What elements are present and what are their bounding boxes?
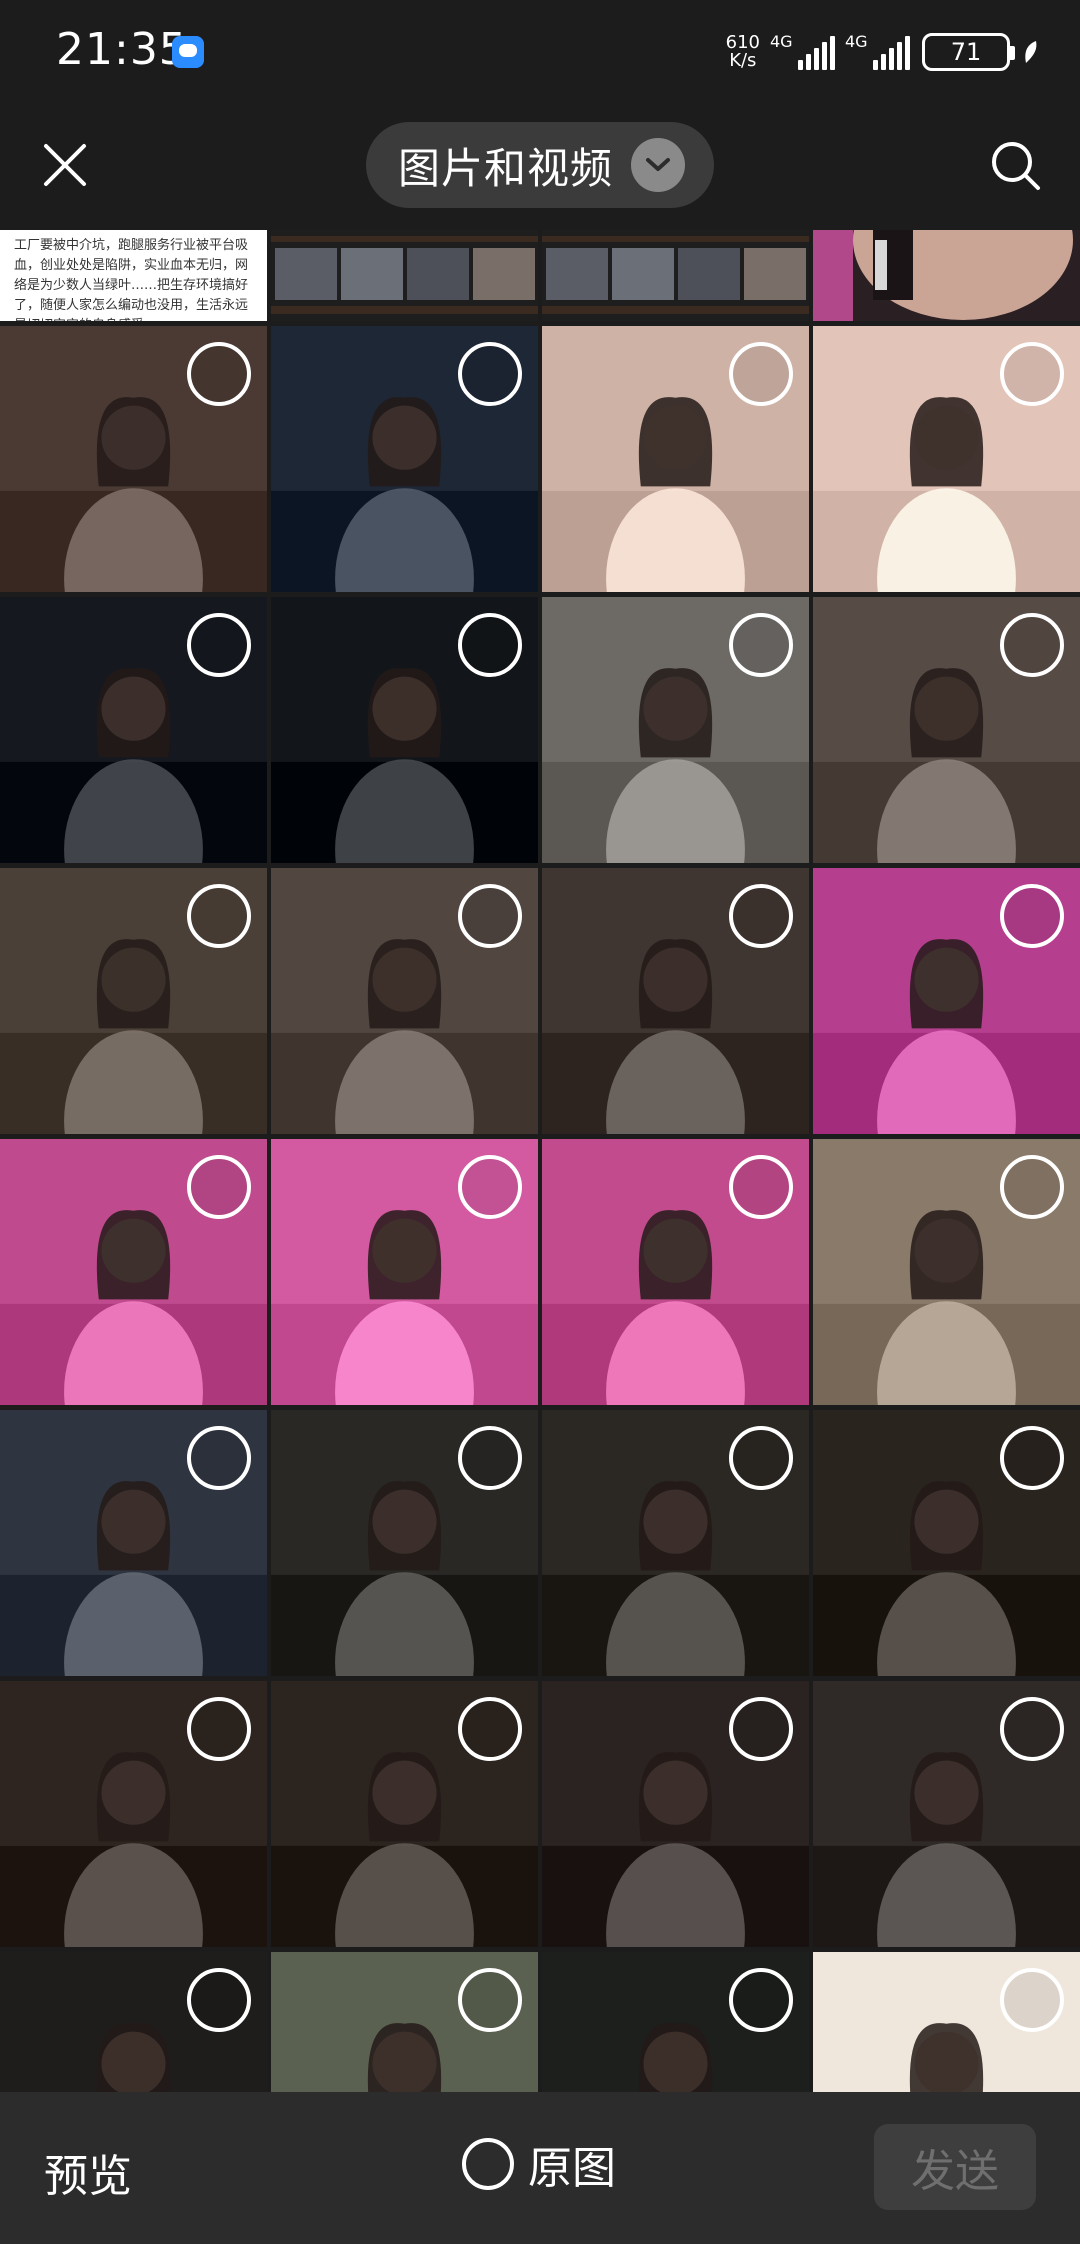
- bottom-bar: 预览 原图 发送: [0, 2092, 1080, 2244]
- select-circle-icon[interactable]: [1000, 342, 1064, 406]
- photo-tile[interactable]: [542, 597, 809, 863]
- photo-tile[interactable]: [542, 1410, 809, 1676]
- select-circle-icon[interactable]: [458, 1426, 522, 1490]
- select-circle-icon[interactable]: [729, 1697, 793, 1761]
- photo-tile[interactable]: [0, 326, 267, 592]
- photo-tile[interactable]: [271, 1681, 538, 1947]
- photo-tile[interactable]: [0, 597, 267, 863]
- text-screenshot-content: 工厂要被中介坑，跑腿服务行业被平台吸血，创业处处是陷阱，实业血本无归，网络是为少…: [0, 230, 267, 321]
- select-circle-icon[interactable]: [187, 884, 251, 948]
- photo-tile[interactable]: [271, 868, 538, 1134]
- select-circle-icon[interactable]: [458, 613, 522, 677]
- photo-tile[interactable]: [542, 326, 809, 592]
- network-speed-unit: K/s: [729, 50, 757, 71]
- search-button[interactable]: [986, 136, 1046, 196]
- close-icon: [44, 144, 86, 186]
- select-circle-icon[interactable]: [1000, 1155, 1064, 1219]
- select-circle-icon[interactable]: [729, 1968, 793, 2032]
- photo-tile[interactable]: [0, 1139, 267, 1405]
- photo-tile[interactable]: [271, 1410, 538, 1676]
- select-circle-icon[interactable]: [187, 1697, 251, 1761]
- select-circle-icon[interactable]: [458, 1155, 522, 1219]
- original-label: 原图: [528, 2143, 616, 2194]
- select-circle-icon[interactable]: [729, 1426, 793, 1490]
- photo-tile[interactable]: [813, 1681, 1080, 1947]
- select-circle-icon[interactable]: [1000, 1426, 1064, 1490]
- chevron-down-icon: [631, 138, 686, 192]
- photo-tile[interactable]: [813, 1952, 1080, 2092]
- photo-tile[interactable]: [0, 1952, 267, 2092]
- photo-tile[interactable]: [813, 597, 1080, 863]
- status-bar: 21:35 610 K/s 4G 4G 71: [0, 0, 1080, 110]
- select-circle-icon[interactable]: [187, 342, 251, 406]
- photo-tile[interactable]: [542, 1681, 809, 1947]
- power-saving-icon: [1025, 41, 1037, 63]
- select-circle-icon[interactable]: [1000, 1697, 1064, 1761]
- photo-tile[interactable]: [542, 1139, 809, 1405]
- signal-icon: 4G: [770, 32, 835, 70]
- status-indicators: 610 K/s 4G 4G 71: [726, 30, 1040, 74]
- photo-tile[interactable]: [271, 326, 538, 592]
- original-checkbox-icon[interactable]: [462, 2138, 514, 2190]
- photo-tile[interactable]: [271, 1139, 538, 1405]
- select-circle-icon[interactable]: [1000, 1968, 1064, 2032]
- select-circle-icon[interactable]: [458, 342, 522, 406]
- collage-tile[interactable]: [271, 230, 538, 321]
- photo-tile[interactable]: [271, 1952, 538, 2092]
- close-button[interactable]: [36, 136, 94, 194]
- collage-tile-2[interactable]: [542, 230, 809, 321]
- photo-tile[interactable]: [813, 326, 1080, 592]
- select-circle-icon[interactable]: [729, 342, 793, 406]
- select-circle-icon[interactable]: [458, 884, 522, 948]
- network-speed: 610 K/s: [726, 34, 760, 70]
- select-circle-icon[interactable]: [187, 1426, 251, 1490]
- text-screenshot-tile[interactable]: 工厂要被中介坑，跑腿服务行业被平台吸血，创业处处是陷阱，实业血本无归，网络是为少…: [0, 230, 267, 321]
- select-circle-icon[interactable]: [187, 1968, 251, 2032]
- photo-tile[interactable]: [271, 597, 538, 863]
- photo-tile[interactable]: [0, 1681, 267, 1947]
- album-title: 图片和视频: [398, 143, 614, 193]
- search-icon: [992, 142, 1040, 190]
- photo-tile[interactable]: [542, 1952, 809, 2092]
- signal-generation-2: 4G: [845, 32, 868, 51]
- photo-tile[interactable]: [0, 868, 267, 1134]
- photo-tile[interactable]: [813, 1139, 1080, 1405]
- battery-icon: 71: [922, 33, 1015, 71]
- original-image-toggle[interactable]: 原图: [462, 2132, 616, 2196]
- portrait-tile-partial[interactable]: [813, 230, 1080, 321]
- status-time: 21:35: [56, 24, 188, 75]
- header: 图片和视频: [0, 110, 1080, 230]
- photo-tile[interactable]: [0, 1410, 267, 1676]
- select-circle-icon[interactable]: [729, 1155, 793, 1219]
- battery-level: 71: [950, 38, 982, 66]
- select-circle-icon[interactable]: [187, 613, 251, 677]
- send-button[interactable]: 发送: [874, 2124, 1036, 2210]
- photo-tile[interactable]: [813, 1410, 1080, 1676]
- album-selector[interactable]: 图片和视频: [366, 122, 714, 208]
- select-circle-icon[interactable]: [458, 1697, 522, 1761]
- message-app-icon: [172, 36, 204, 68]
- select-circle-icon[interactable]: [729, 884, 793, 948]
- preview-button[interactable]: 预览: [44, 2140, 132, 2204]
- select-circle-icon[interactable]: [458, 1968, 522, 2032]
- photo-tile[interactable]: [542, 868, 809, 1134]
- photo-grid[interactable]: 工厂要被中介坑，跑腿服务行业被平台吸血，创业处处是陷阱，实业血本无归，网络是为少…: [0, 230, 1080, 2092]
- photo-tile[interactable]: [813, 868, 1080, 1134]
- signal-icon-secondary: 4G: [845, 32, 910, 70]
- select-circle-icon[interactable]: [1000, 613, 1064, 677]
- signal-generation: 4G: [770, 32, 793, 51]
- select-circle-icon[interactable]: [729, 613, 793, 677]
- select-circle-icon[interactable]: [1000, 884, 1064, 948]
- select-circle-icon[interactable]: [187, 1155, 251, 1219]
